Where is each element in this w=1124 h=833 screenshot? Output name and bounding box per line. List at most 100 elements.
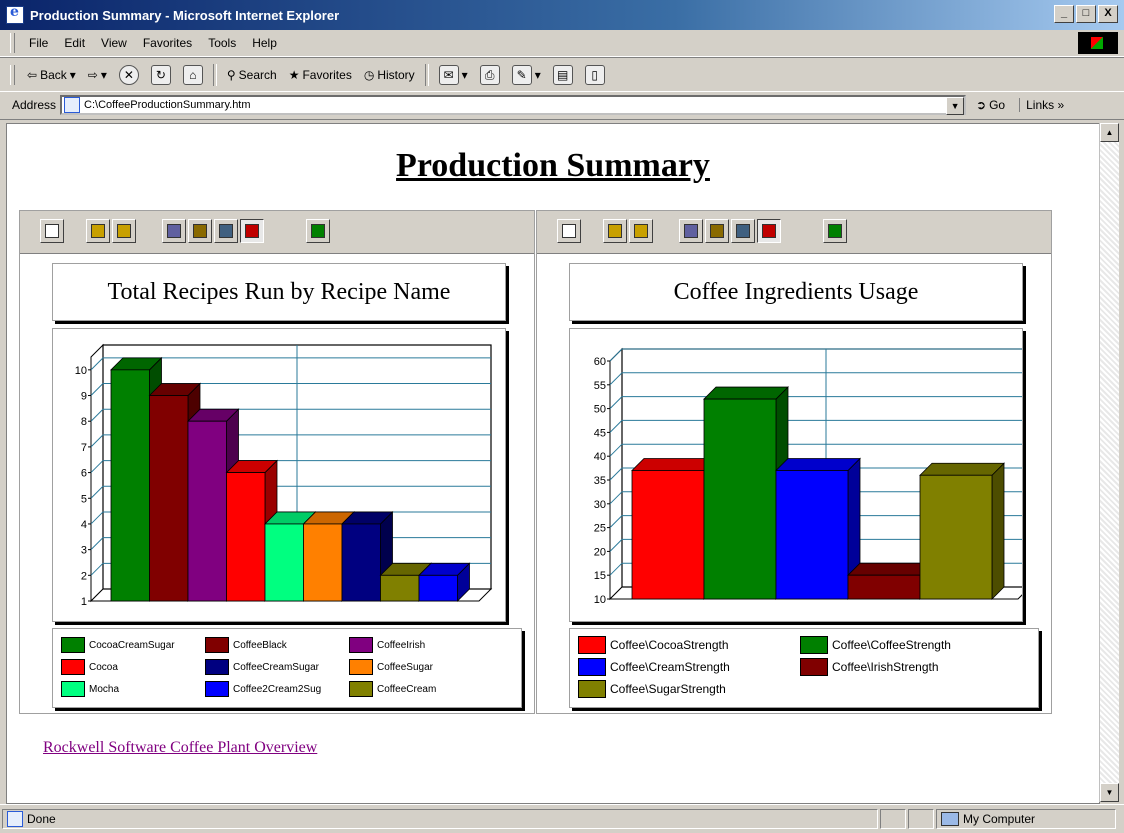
minimize-button[interactable]: _ — [1054, 5, 1074, 23]
legend-swatch — [205, 659, 229, 675]
address-dropdown-icon[interactable]: ▼ — [946, 97, 965, 115]
computer-icon — [941, 812, 959, 826]
bar — [631, 457, 717, 600]
legend-swatch — [800, 636, 828, 654]
print-icon: ⎙ — [479, 64, 500, 85]
data-grid-icon — [167, 224, 181, 238]
vertical-scrollbar[interactable]: ▲ ▼ — [1099, 123, 1119, 802]
menu-tools[interactable]: Tools — [200, 36, 244, 50]
favorites-button[interactable]: ★ Favorites — [283, 68, 358, 82]
refresh-button[interactable] — [306, 219, 330, 243]
properties-button[interactable] — [557, 219, 581, 243]
history-button[interactable]: ◷ History — [358, 68, 421, 82]
legend-label: Coffee\IrishStrength — [832, 660, 939, 674]
refresh-button[interactable] — [823, 219, 847, 243]
scroll-up-icon[interactable]: ▲ — [1100, 123, 1119, 142]
close-button[interactable]: X — [1098, 5, 1118, 23]
stop-button[interactable]: ✕ — [113, 64, 145, 85]
toolbar-grip[interactable] — [10, 33, 15, 53]
messenger-button[interactable]: ▯ — [579, 64, 611, 85]
search-button[interactable]: ⚲ Search — [221, 68, 283, 82]
legend-item: Coffee\IrishStrength — [800, 658, 939, 676]
go-button[interactable]: ➲ Go — [976, 98, 1005, 112]
copy-button[interactable] — [603, 219, 627, 243]
y-tick-label: 30 — [594, 499, 606, 511]
legend-label: CoffeeCream — [377, 683, 437, 695]
data-grid-button[interactable] — [162, 219, 186, 243]
chart-view-icon — [245, 224, 259, 238]
bar — [775, 457, 861, 600]
back-arrow-icon: ⇦ — [27, 67, 38, 82]
bar-view-button[interactable] — [705, 219, 729, 243]
chart-view-button[interactable] — [757, 219, 781, 243]
properties-icon — [45, 224, 59, 238]
toolbar-separator — [212, 63, 217, 86]
y-tick-label: 2 — [81, 570, 87, 582]
y-tick-label: 15 — [594, 570, 606, 582]
home-button[interactable]: ⌂ — [177, 64, 209, 85]
legend-label: Mocha — [89, 683, 120, 695]
ie-icon — [6, 4, 24, 24]
refresh-icon — [311, 224, 325, 238]
edit-icon: ✎ — [511, 64, 532, 85]
toolbar-separator — [424, 63, 429, 86]
legend-label: Coffee\CoffeeStrength — [832, 638, 951, 652]
legend-item: Mocha — [61, 681, 119, 697]
dropdown-arrow-icon[interactable]: ▾ — [70, 68, 76, 82]
legend-swatch — [61, 659, 85, 675]
legend-label: CoffeeCreamSugar — [233, 661, 319, 673]
bar — [847, 562, 933, 600]
edit-button[interactable]: ✎ ▾ — [506, 64, 547, 85]
status-zone: My Computer — [936, 809, 1116, 829]
discuss-button[interactable]: ▤ — [547, 64, 579, 85]
refresh-icon — [828, 224, 842, 238]
menu-edit[interactable]: Edit — [56, 36, 93, 50]
back-button[interactable]: ⇦ Back ▾ — [21, 68, 82, 82]
coffee-plant-overview-link[interactable]: Rockwell Software Coffee Plant Overview — [43, 739, 317, 757]
menu-favorites[interactable]: Favorites — [135, 36, 200, 50]
dropdown-arrow-icon[interactable]: ▾ — [535, 68, 541, 82]
go-arrow-icon: ➲ — [976, 98, 987, 112]
paste-button[interactable] — [629, 219, 653, 243]
legend-swatch — [578, 636, 606, 654]
bar — [418, 562, 471, 602]
y-tick-label: 6 — [81, 468, 87, 480]
dropdown-arrow-icon[interactable]: ▾ — [462, 68, 468, 82]
print-button[interactable]: ⎙ — [474, 64, 506, 85]
copy-button[interactable] — [86, 219, 110, 243]
windows-logo-icon — [1078, 32, 1118, 54]
menu-file[interactable]: File — [21, 36, 56, 50]
chart-toolbar — [537, 211, 1051, 254]
paste-icon — [117, 224, 131, 238]
properties-button[interactable] — [40, 219, 64, 243]
chart-view-button[interactable] — [240, 219, 264, 243]
y-tick-label: 7 — [81, 442, 87, 454]
legend-swatch — [800, 658, 828, 676]
address-input[interactable] — [80, 98, 947, 112]
data-grid-button[interactable] — [679, 219, 703, 243]
discuss-icon: ▤ — [552, 64, 573, 85]
bar-front — [187, 420, 227, 602]
bar-front — [703, 398, 777, 600]
area-view-button[interactable] — [731, 219, 755, 243]
address-field[interactable]: ▼ — [60, 95, 967, 115]
area-view-button[interactable] — [214, 219, 238, 243]
bar-front — [110, 369, 150, 602]
ingredients-bar-chart: 10 15 20 25 30 35 40 45 50 55 60 — [594, 347, 1032, 606]
paste-button[interactable] — [112, 219, 136, 243]
bar-view-button[interactable] — [188, 219, 212, 243]
legend-item: CoffeeSugar — [349, 659, 433, 675]
menu-help[interactable]: Help — [244, 36, 285, 50]
scroll-down-icon[interactable]: ▼ — [1100, 783, 1119, 802]
toolbar-grip[interactable] — [10, 64, 15, 85]
menu-view[interactable]: View — [93, 36, 135, 50]
forward-button[interactable]: ⇨ ▾ — [82, 68, 113, 82]
recipes-bar-chart: 1 2 3 4 5 6 7 8 9 10 — [75, 343, 493, 608]
maximize-button[interactable]: □ — [1076, 5, 1096, 23]
mail-button[interactable]: ✉ ▾ — [433, 64, 474, 85]
refresh-button[interactable]: ↻ — [145, 64, 177, 85]
page-icon — [64, 97, 81, 113]
links-button[interactable]: Links » — [1019, 98, 1064, 112]
status-bar: Done My Computer — [0, 804, 1124, 833]
dropdown-arrow-icon[interactable]: ▾ — [101, 68, 107, 82]
